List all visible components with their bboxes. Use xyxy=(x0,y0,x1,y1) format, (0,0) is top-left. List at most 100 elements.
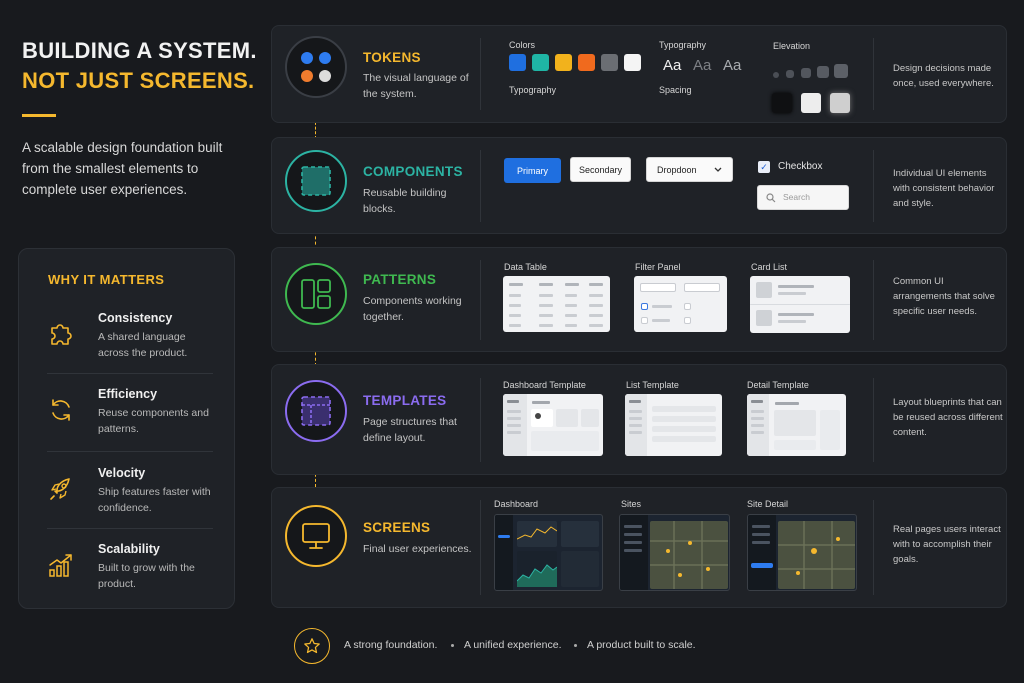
elevation-step xyxy=(834,64,848,78)
footer-item-foundation: A strong foundation. xyxy=(344,639,438,651)
tokens-elevation-label: Elevation xyxy=(773,41,811,51)
divider xyxy=(873,260,874,340)
why-it-matters-panel: WHY IT MATTERS Consistency A shared lang… xyxy=(18,248,235,609)
divider xyxy=(480,378,481,462)
why-item-desc: Ship features faster with confidence. xyxy=(98,486,211,514)
stage-title-templates: TEMPLATES xyxy=(363,393,447,408)
checkbox[interactable]: ✓ xyxy=(758,161,770,173)
elevation-step xyxy=(817,66,829,78)
dashboard-screen-thumbnail xyxy=(494,514,603,591)
hero-divider xyxy=(22,114,56,117)
monitor-icon xyxy=(302,523,330,549)
site-detail-screen-thumbnail xyxy=(747,514,857,591)
why-item-name: Consistency xyxy=(98,311,173,325)
why-item-scalability: Scalability Built to grow with the produ… xyxy=(19,542,236,618)
detail-template-label: Detail Template xyxy=(747,380,809,390)
typography-sample: Aa xyxy=(693,57,712,74)
detail-template-thumbnail xyxy=(747,394,846,456)
secondary-button[interactable]: Secondary xyxy=(570,157,631,182)
why-item-desc: A shared language across the product. xyxy=(98,331,188,359)
stage-title-components: COMPONENTS xyxy=(363,164,463,179)
dashboard-template-thumbnail xyxy=(503,394,603,456)
tokens-circle xyxy=(285,36,347,98)
stage-note-templates: Layout blueprints that can be reused acr… xyxy=(893,397,1003,438)
checkbox-label: Checkbox xyxy=(778,161,823,172)
stage-title-patterns: PATTERNS xyxy=(363,272,437,287)
components-circle xyxy=(285,150,347,212)
color-swatch xyxy=(624,54,641,71)
why-item-name: Efficiency xyxy=(98,387,158,401)
divider xyxy=(873,500,874,595)
divider xyxy=(47,373,213,374)
sites-screen-thumbnail xyxy=(619,514,730,591)
site-detail-screen-label: Site Detail xyxy=(747,499,789,509)
screens-circle xyxy=(285,505,347,567)
hero-title-line2: NOT JUST SCREENS. xyxy=(22,68,255,93)
why-item-velocity: Velocity Ship features faster with confi… xyxy=(19,466,236,542)
data-table-label: Data Table xyxy=(504,262,547,272)
stage-note-patterns: Common UI arrangements that solve specif… xyxy=(893,276,995,317)
divider xyxy=(873,150,874,222)
elevation-step xyxy=(786,70,794,78)
growth-chart-icon xyxy=(49,554,72,577)
patterns-circle xyxy=(285,263,347,325)
why-item-desc: Reuse components and patterns. xyxy=(98,407,209,435)
divider xyxy=(480,260,481,340)
color-swatch xyxy=(509,54,526,71)
dashboard-line-chart xyxy=(517,526,557,540)
tokens-colors-label: Colors xyxy=(509,40,536,50)
divider xyxy=(47,528,213,529)
stage-desc-patterns: Components working together. xyxy=(363,295,462,323)
color-swatch xyxy=(555,54,572,71)
puzzle-icon xyxy=(51,324,72,345)
filter-panel-thumbnail xyxy=(634,276,727,332)
card-list-thumbnail xyxy=(750,276,850,333)
divider xyxy=(480,150,481,222)
stage-note-components: Individual UI elements with consistent b… xyxy=(893,168,995,209)
footer-bullet xyxy=(574,644,577,647)
typography-sample: Aa xyxy=(723,57,742,74)
typography-sample: Aa xyxy=(663,57,682,74)
sites-map xyxy=(650,521,728,589)
footer-item-experience: A unified experience. xyxy=(464,639,562,651)
color-swatch xyxy=(578,54,595,71)
hero-title-line1: BUILDING A SYSTEM. xyxy=(22,38,257,63)
why-item-desc: Built to grow with the product. xyxy=(98,562,195,590)
search-icon xyxy=(766,193,776,203)
elevation-card xyxy=(772,93,792,113)
search-placeholder: Search xyxy=(783,192,810,202)
search-input[interactable]: Search xyxy=(757,185,849,210)
footer-star-badge xyxy=(294,628,330,664)
divider xyxy=(873,38,874,110)
stage-title-tokens: TOKENS xyxy=(363,50,421,65)
rocket-icon xyxy=(50,478,70,500)
tokens-typography-heading: Typography xyxy=(659,40,707,50)
elevation-card xyxy=(801,93,821,113)
divider xyxy=(480,500,481,595)
stage-title-screens: SCREENS xyxy=(363,520,431,535)
stage-desc-screens: Final user experiences. xyxy=(363,543,472,555)
color-swatch xyxy=(601,54,618,71)
component-square-icon xyxy=(301,166,331,196)
divider xyxy=(873,378,874,462)
why-item-name: Scalability xyxy=(98,542,160,556)
dashboard-template-label: Dashboard Template xyxy=(503,380,586,390)
chevron-down-icon xyxy=(714,167,722,172)
star-icon xyxy=(304,638,320,654)
divider xyxy=(47,451,213,452)
elevation-step xyxy=(801,68,811,78)
stage-note-tokens: Design decisions made once, used everywh… xyxy=(893,63,994,89)
why-item-name: Velocity xyxy=(98,466,146,480)
dashboard-area-chart xyxy=(517,564,557,587)
template-frame-icon xyxy=(301,396,331,426)
primary-button[interactable]: Primary xyxy=(504,158,561,183)
color-swatch xyxy=(532,54,549,71)
footer-item-scale: A product built to scale. xyxy=(587,639,696,651)
why-it-matters-title: WHY IT MATTERS xyxy=(48,272,165,287)
stage-note-screens: Real pages users interact with to accomp… xyxy=(893,524,1001,565)
elevation-step xyxy=(773,72,779,78)
tokens-typography-label: Typography xyxy=(509,85,557,95)
divider xyxy=(480,38,481,110)
dropdown-select[interactable]: Dropdoon xyxy=(646,157,733,182)
elevation-card xyxy=(830,93,850,113)
